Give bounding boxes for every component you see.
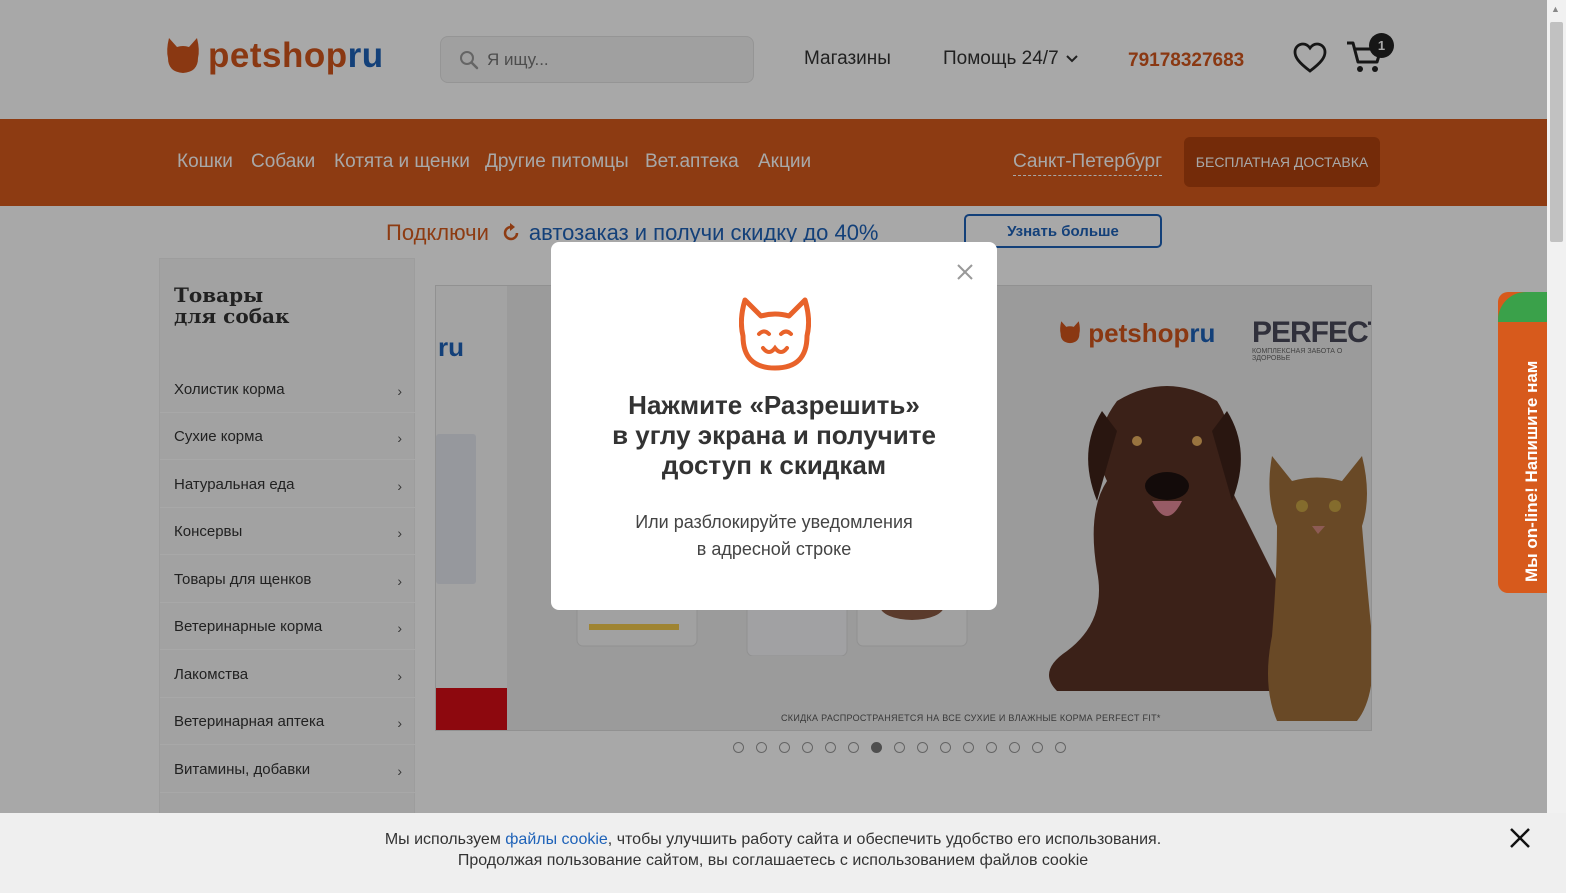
cookie-text-after: , чтобы улучшить работу сайта и обеспечи… — [607, 831, 1162, 848]
cookie-text-before: Мы используем — [384, 831, 506, 848]
modal-title-line1: Нажмите «Разрешить» — [628, 390, 920, 420]
smiling-cat-icon — [739, 297, 811, 371]
close-icon[interactable] — [955, 262, 975, 282]
scroll-thumb[interactable] — [1550, 22, 1563, 242]
modal-subtitle-line2: в адресной строке — [696, 539, 852, 559]
chat-tab-label: Мы on-line! Напишите нам — [1522, 360, 1541, 582]
modal-title: Нажмите «Разрешить» в углу экрана и полу… — [551, 390, 997, 480]
modal-subtitle: Или разблокируйте уведомления в адресной… — [551, 509, 997, 563]
scroll-up-arrow-icon[interactable]: ▲ — [1551, 4, 1560, 14]
cookie-notice: Мы используем файлы cookie, чтобы улучши… — [0, 813, 1566, 893]
close-icon[interactable] — [1509, 827, 1531, 849]
page-scrollbar[interactable]: ▲ — [1547, 0, 1566, 893]
notification-permission-modal: Нажмите «Разрешить» в углу экрана и полу… — [551, 242, 997, 610]
modal-title-line2: в углу экрана и получите — [612, 420, 936, 450]
modal-subtitle-line1: Или разблокируйте уведомления — [635, 512, 913, 532]
cookie-policy-link[interactable]: файлы cookie — [505, 831, 608, 848]
modal-title-line3: доступ к скидкам — [661, 450, 887, 480]
online-chat-tab[interactable]: Мы on-line! Напишите нам — [1498, 292, 1548, 593]
cookie-text-line2: Продолжая пользование сайтом, вы соглаша… — [457, 852, 1089, 869]
chat-status-indicator — [1498, 292, 1548, 322]
cookie-text: Мы используем файлы cookie, чтобы улучши… — [0, 829, 1546, 871]
